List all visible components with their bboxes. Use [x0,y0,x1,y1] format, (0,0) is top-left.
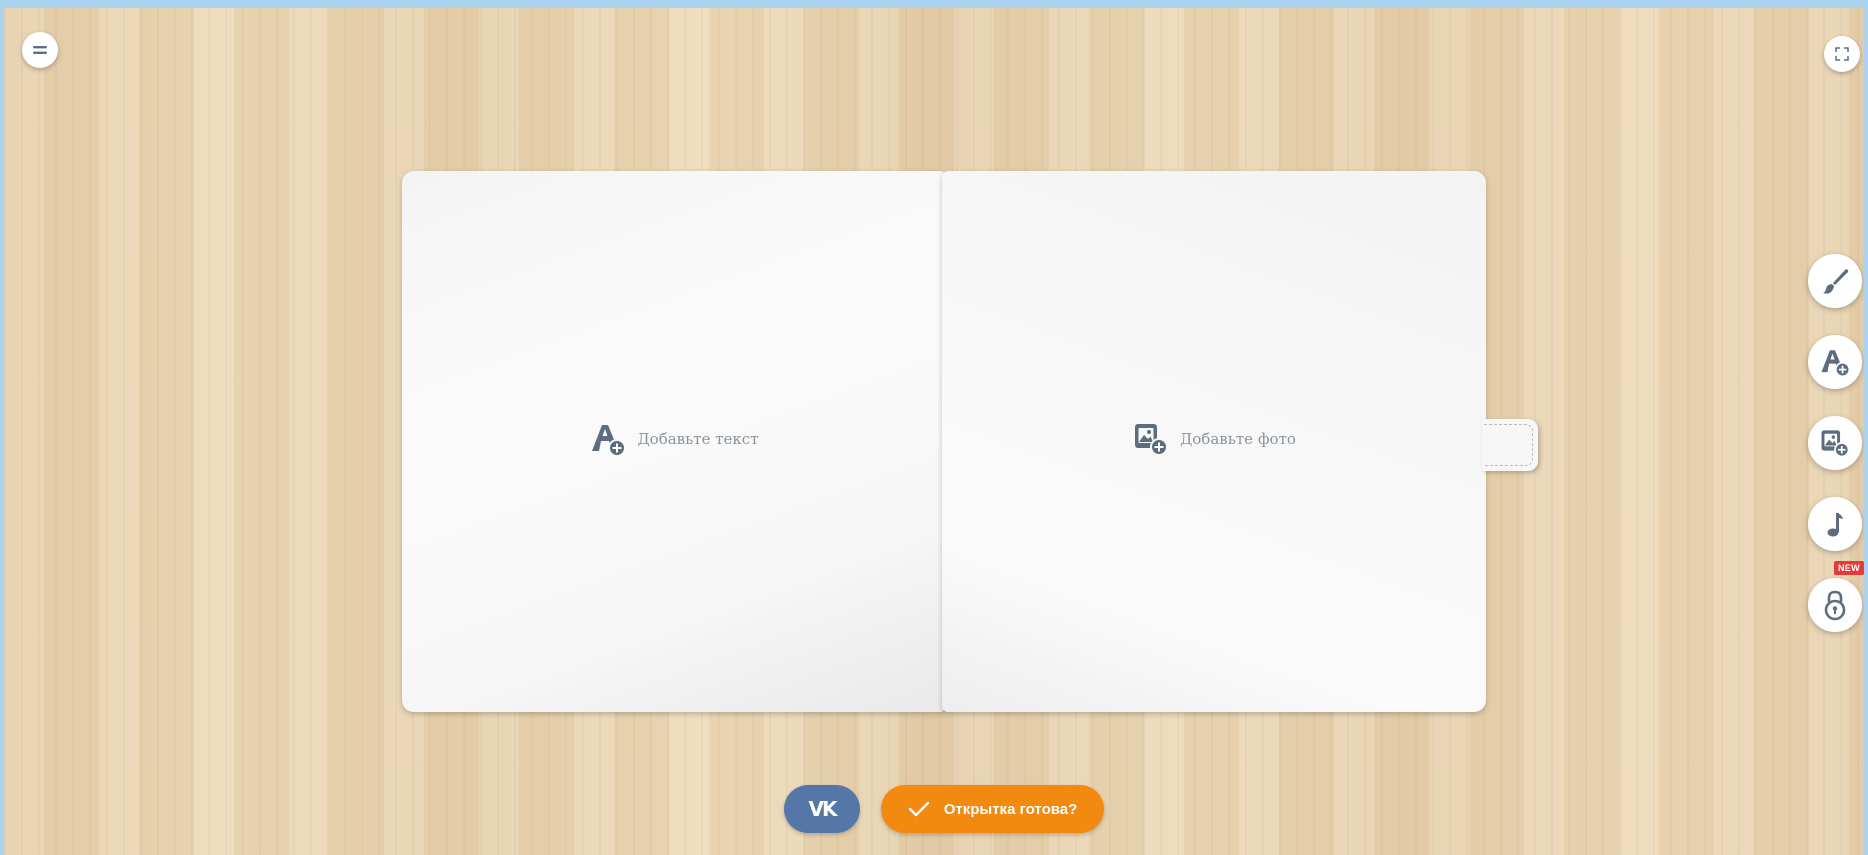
fullscreen-button[interactable] [1824,36,1860,72]
side-toolbar: NEW [1808,254,1864,659]
card-ready-button[interactable]: Открытка готова? [881,785,1104,833]
vk-share-button[interactable]: VK [784,785,860,833]
add-text-placeholder[interactable]: Добавьте текст [402,421,946,457]
add-text-button[interactable] [1808,335,1862,389]
add-text-icon [592,425,627,457]
add-photo-placeholder[interactable]: Добавьте фото [942,421,1486,457]
card-right-page[interactable]: Добавьте фото [942,171,1486,712]
checkmark-icon [908,801,929,817]
music-button[interactable] [1808,497,1862,551]
add-photo-label: Добавьте фото [1180,430,1296,448]
vk-logo-icon: VK [808,797,838,821]
menu-icon [33,46,47,54]
add-photo-button[interactable] [1808,416,1862,470]
add-text-icon [1821,350,1851,378]
music-note-icon [1827,513,1843,537]
fullscreen-icon [1835,47,1849,61]
add-text-label: Добавьте текст [637,430,759,448]
card-ready-label: Открытка готова? [943,800,1078,818]
add-photo-icon [1135,424,1169,456]
card-tab [1482,419,1538,471]
card-left-page[interactable]: Добавьте текст [402,171,946,712]
lock-button[interactable]: NEW [1808,561,1864,632]
new-badge: NEW [1834,561,1864,575]
menu-button[interactable] [22,32,58,68]
brush-icon [1823,269,1849,294]
workspace: Добавьте текст Добавьте фото NEW VK Откр… [4,8,1864,855]
add-photo-icon [1821,430,1850,458]
brush-button[interactable] [1808,254,1862,308]
lock-icon [1824,590,1846,621]
